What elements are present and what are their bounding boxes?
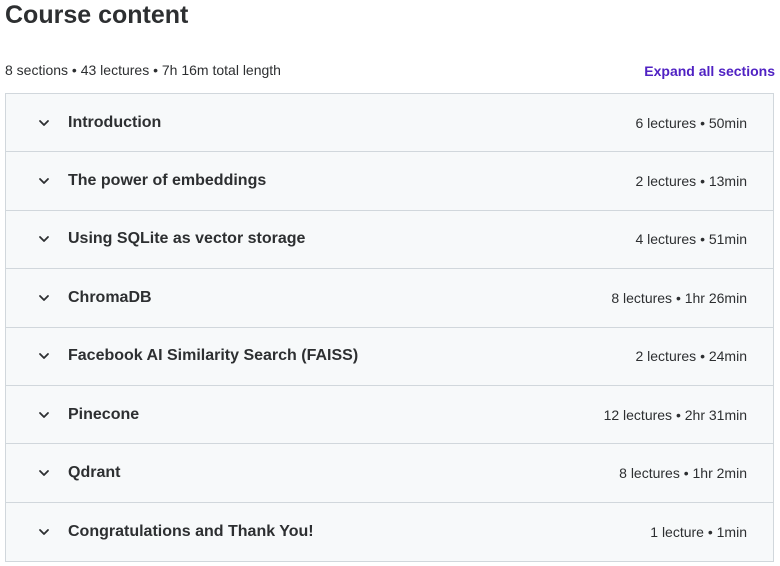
section-title: Congratulations and Thank You! [68, 522, 314, 540]
section-item[interactable]: Introduction 6 lectures • 50min [6, 94, 773, 153]
page-title: Course content [5, 1, 189, 29]
chevron-down-icon [37, 408, 51, 422]
course-meta-row: 8 sections • 43 lectures • 7h 16m total … [5, 60, 775, 80]
section-title: Pinecone [68, 405, 140, 423]
section-info: 8 lectures • 1hr 26min [611, 289, 747, 306]
section-item[interactable]: Using SQLite as vector storage 4 lecture… [6, 210, 773, 270]
chevron-down-icon [37, 349, 51, 363]
chevron-down-icon [37, 232, 51, 246]
section-info: 8 lectures • 1hr 2min [619, 465, 747, 482]
chevron-down-icon [37, 525, 51, 539]
section-info: 4 lectures • 51min [635, 231, 747, 248]
chevron-down-icon [37, 291, 51, 305]
sections-list: Introduction 6 lectures • 50min The powe… [5, 93, 774, 563]
section-title: ChromaDB [68, 288, 152, 306]
section-item[interactable]: Pinecone 12 lectures • 2hr 31min [6, 385, 773, 445]
section-item[interactable]: Facebook AI Similarity Search (FAISS) 2 … [6, 327, 773, 386]
expand-all-sections-button[interactable]: Expand all sections [644, 62, 775, 80]
section-info: 6 lectures • 50min [635, 114, 747, 131]
section-info: 2 lectures • 13min [635, 173, 747, 190]
chevron-down-icon [37, 466, 51, 480]
section-item[interactable]: Qdrant 8 lectures • 1hr 2min [6, 444, 773, 503]
section-title: Facebook AI Similarity Search (FAISS) [68, 347, 359, 365]
section-title: The power of embeddings [68, 172, 267, 190]
section-item[interactable]: ChromaDB 8 lectures • 1hr 26min [6, 269, 773, 328]
section-title: Using SQLite as vector storage [68, 230, 306, 248]
section-item[interactable]: The power of embeddings 2 lectures • 13m… [6, 152, 773, 211]
section-info: 1 lecture • 1min [650, 523, 747, 540]
chevron-down-icon [37, 174, 51, 188]
chevron-down-icon [37, 116, 51, 130]
section-title: Qdrant [68, 464, 121, 482]
section-item[interactable]: Congratulations and Thank You! 1 lecture… [6, 502, 773, 562]
section-title: Introduction [68, 113, 162, 131]
course-summary: 8 sections • 43 lectures • 7h 16m total … [5, 62, 281, 78]
section-info: 2 lectures • 24min [635, 348, 747, 365]
section-info: 12 lectures • 2hr 31min [603, 406, 747, 423]
